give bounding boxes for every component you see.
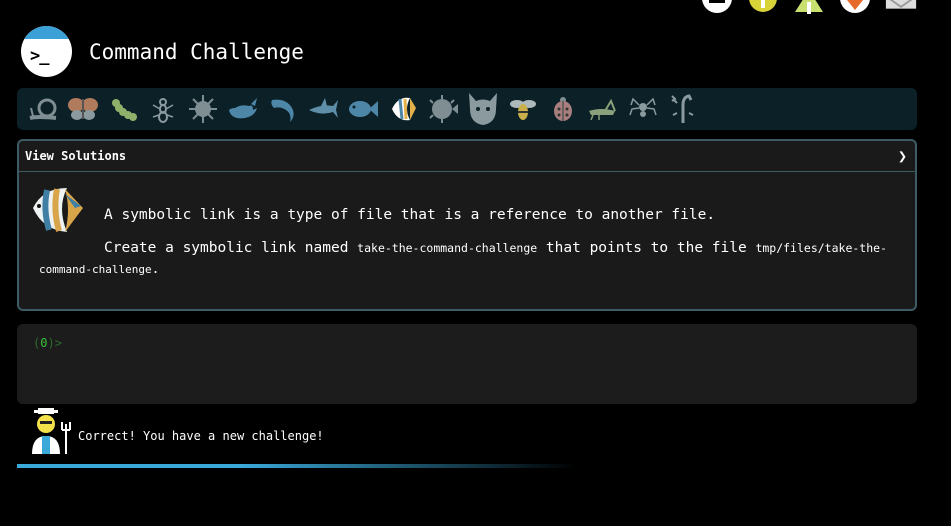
progress-bar [17,464,577,468]
prompt-symbol: > [54,336,62,350]
prompt-close-paren: ) [47,336,55,350]
lightbulb-icon[interactable] [747,0,779,14]
level-ant-icon[interactable] [143,90,183,128]
level-angelfish-icon[interactable] [383,90,423,128]
terminal-logo-icon[interactable]: >_ [21,26,72,77]
level-caterpillar-icon[interactable] [103,90,143,128]
top-icon-bar [701,0,917,14]
instruction-text-1: Create a symbolic link named [104,240,358,256]
level-cat-icon[interactable] [463,90,503,128]
heart-icon[interactable] [839,0,871,14]
challenge-instruction-continued: command-challenge. [39,262,159,277]
level-moth-icon[interactable] [63,90,103,128]
level-fish-icon[interactable] [343,90,383,128]
terminal[interactable]: (0)> [17,324,917,404]
level-dolphin-icon[interactable] [263,90,303,128]
level-shark-icon[interactable] [303,90,343,128]
view-solutions-header[interactable]: View Solutions ❯ [19,141,915,172]
page-title: Command Challenge [89,39,304,64]
tree-icon[interactable] [793,0,825,14]
level-scorpion-icon[interactable] [663,90,703,128]
level-snail-icon[interactable] [23,90,63,128]
level-whale-icon[interactable] [223,90,263,128]
level-ladybug-icon[interactable] [543,90,583,128]
link-name-code: take-the-command-challenge [357,241,538,255]
level-urchin-icon[interactable] [183,90,223,128]
level-bar [17,88,917,130]
level-grasshopper-icon[interactable] [583,90,623,128]
period: . [151,262,160,277]
target-path-code-continued: command-challenge [39,263,152,276]
level-pufferfish-icon[interactable] [423,90,463,128]
terminal-prompt: (0)> [33,336,62,350]
challenge-panel: View Solutions ❯ A symbolic link is a ty… [17,139,917,311]
challenge-intro: A symbolic link is a type of file that i… [104,207,716,223]
angelfish-icon [29,186,85,240]
chevron-right-icon[interactable]: ❯ [898,147,907,165]
level-bee-icon[interactable] [503,90,543,128]
challenge-instruction: Create a symbolic link named take-the-co… [104,240,887,256]
view-solutions-label: View Solutions [25,149,127,163]
instruction-text-2: that points to the file [537,240,756,256]
user-icon[interactable] [701,0,733,14]
mail-icon[interactable] [885,0,917,14]
target-path-code: tmp/files/take-the- [755,241,887,255]
status-message: Correct! You have a new challenge! [78,429,324,443]
farmer-icon [28,408,76,458]
header: >_ Command Challenge [21,26,304,77]
level-spider-icon[interactable] [623,90,663,128]
status-bar: Correct! You have a new challenge! [28,408,324,458]
